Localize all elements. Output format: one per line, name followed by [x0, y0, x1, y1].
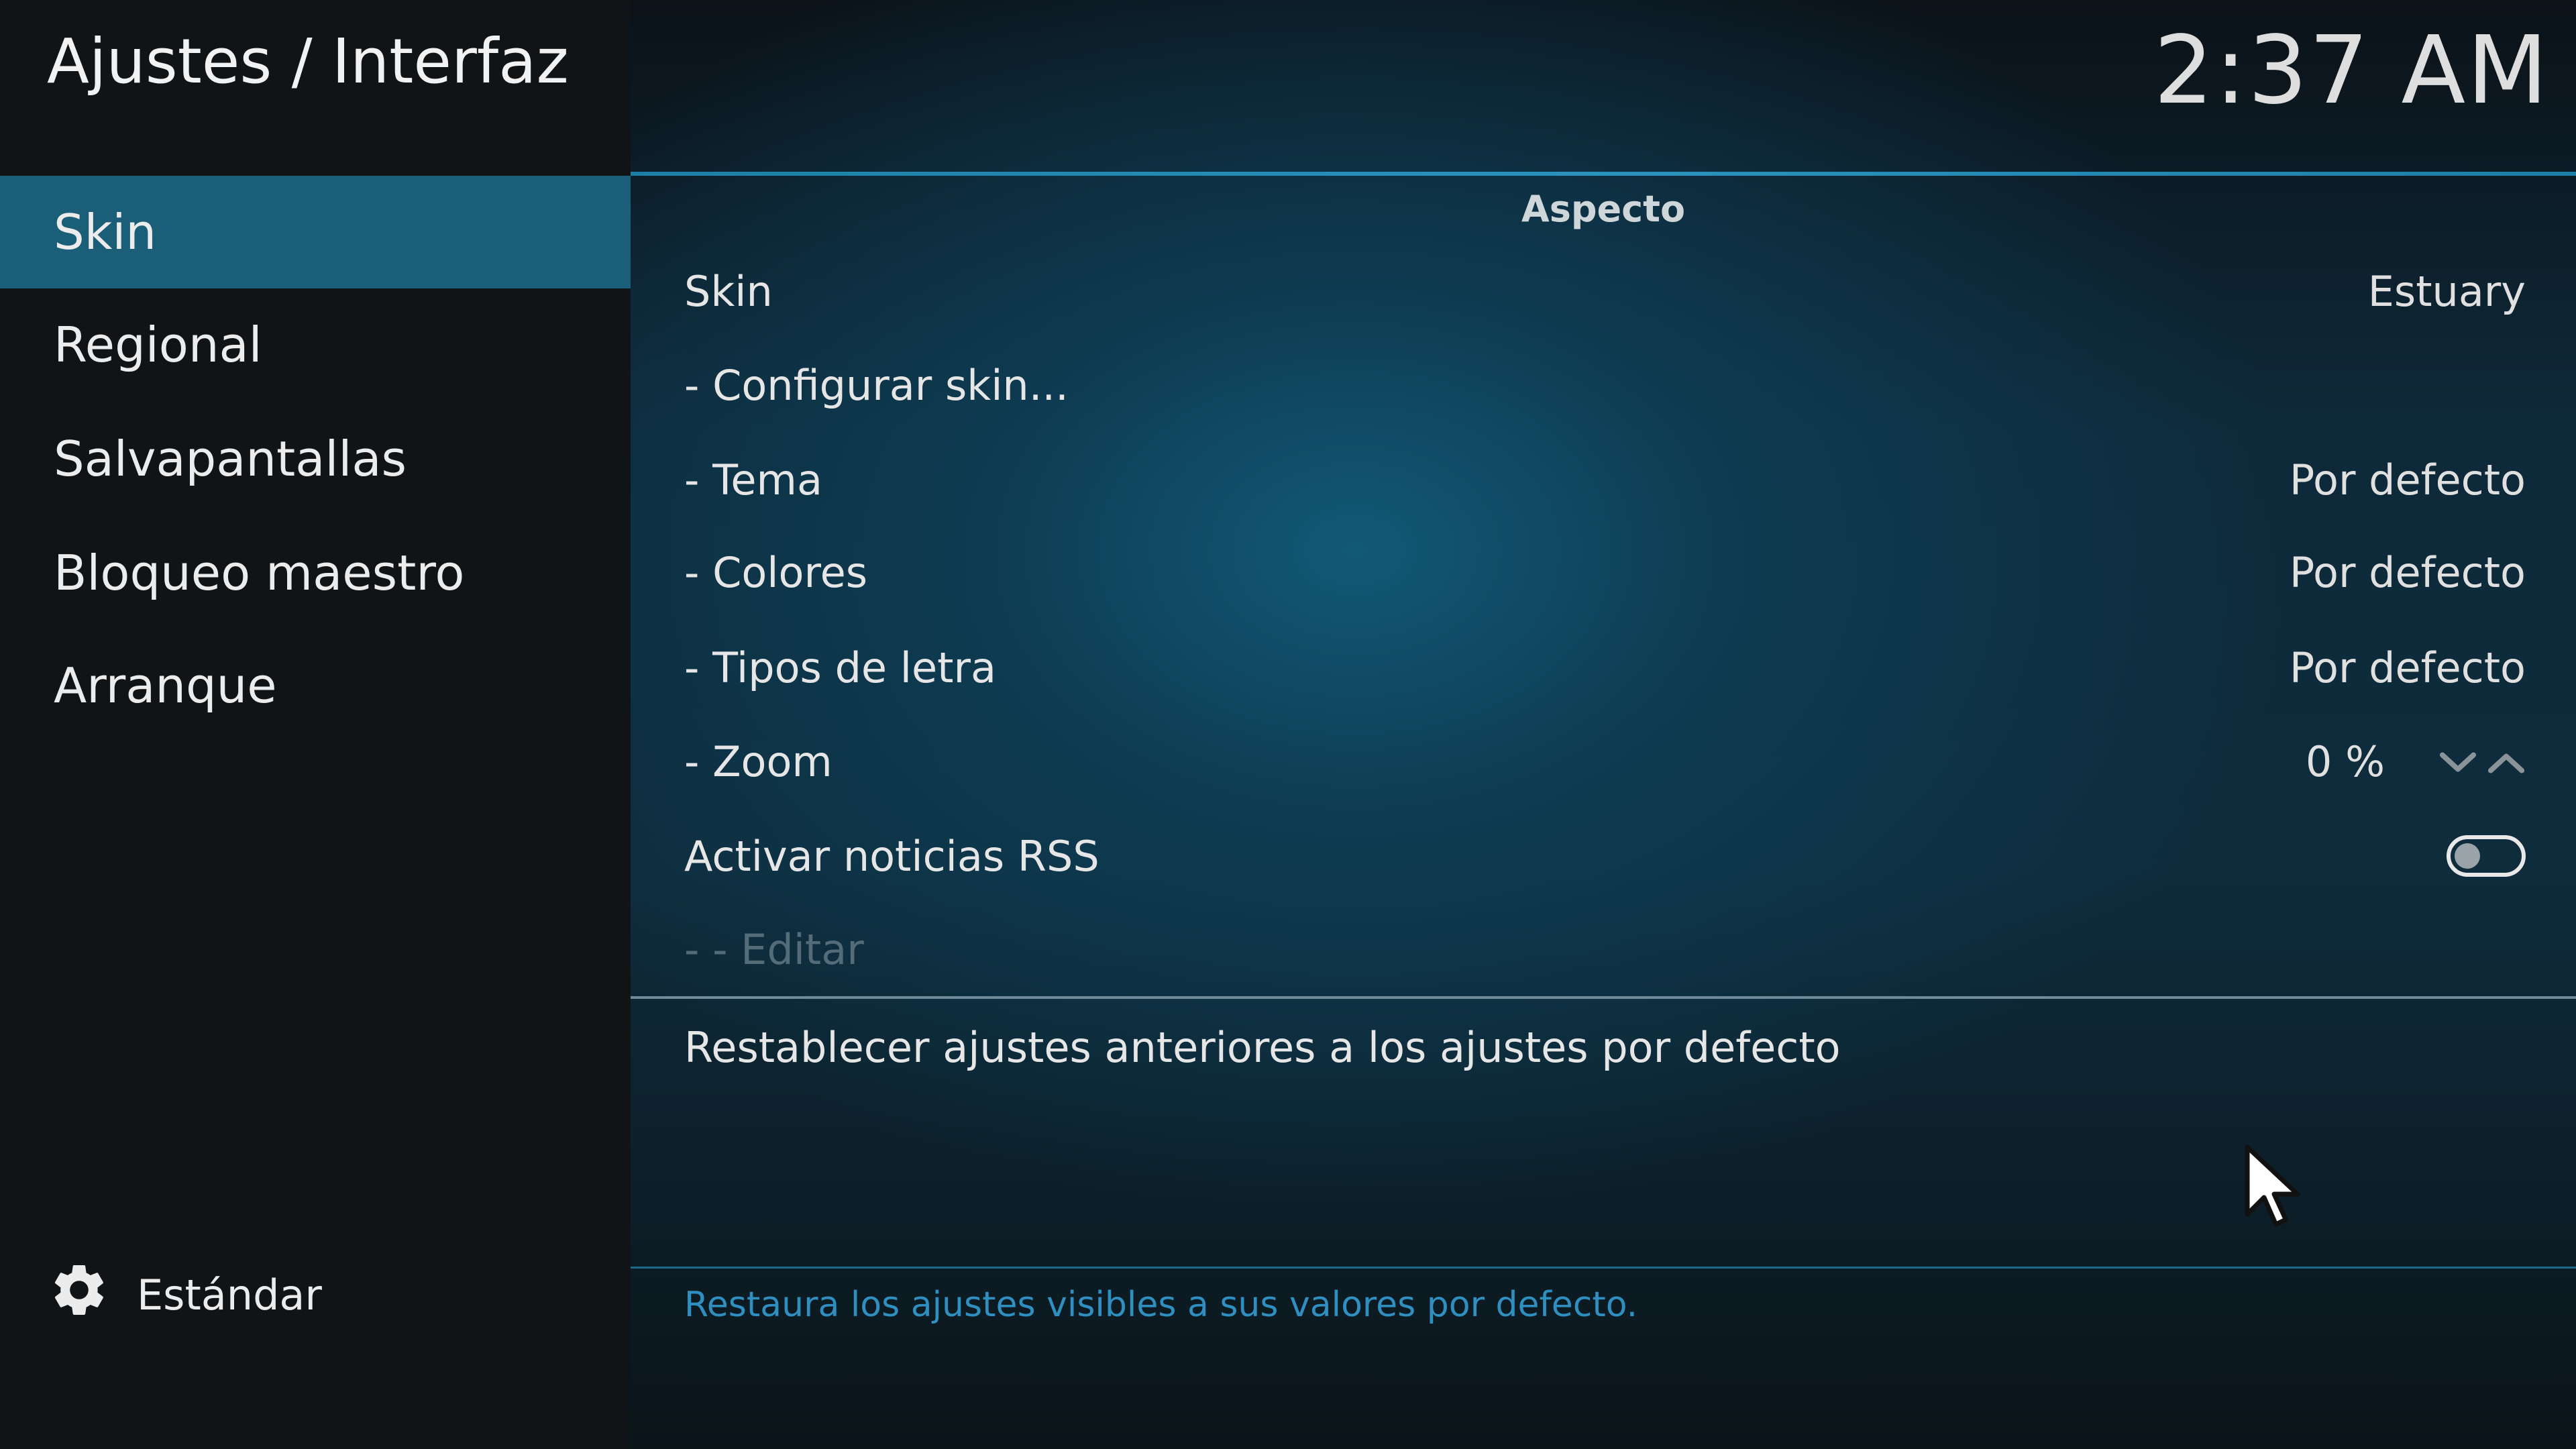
setting-rss-news[interactable]: Activar noticias RSS [684, 816, 2526, 896]
sidebar-item-arranque[interactable]: Arranque [0, 629, 631, 742]
setting-value: Por defecto [2289, 547, 2526, 597]
setting-label: - Colores [684, 547, 868, 597]
chevron-up-icon[interactable] [2487, 737, 2526, 786]
setting-value: 0 % [2305, 737, 2385, 786]
setting-edit-rss: - - Editar [684, 909, 2526, 989]
sidebar-item-skin[interactable]: Skin [0, 176, 631, 288]
page-title: Ajustes / Interfaz [47, 25, 569, 97]
setting-value: Por defecto [2289, 643, 2526, 692]
spinner-arrows [2438, 737, 2526, 786]
divider [631, 1267, 2576, 1269]
sidebar-item-salvapantallas[interactable]: Salvapantallas [0, 402, 631, 515]
setting-skin[interactable]: Skin Estuary [684, 251, 2526, 331]
mouse-cursor-icon [2244, 1144, 2304, 1231]
settings-level-label: Estándar [137, 1270, 322, 1320]
zoom-spinner: 0 % [2306, 737, 2526, 786]
setting-label: Skin [684, 266, 773, 316]
setting-label: - Tema [684, 455, 822, 504]
setting-fonts[interactable]: - Tipos de letra Por defecto [684, 627, 2526, 708]
setting-value: Por defecto [2289, 455, 2526, 504]
reset-label: Restablecer ajustes anteriores a los aju… [684, 1022, 1841, 1072]
setting-label: - - Editar [684, 924, 864, 974]
divider [631, 172, 2576, 176]
setting-label: - Tipos de letra [684, 643, 996, 692]
setting-colors[interactable]: - Colores Por defecto [684, 532, 2526, 612]
setting-configure-skin[interactable]: - Configurar skin... [684, 345, 2526, 425]
rss-toggle[interactable] [2447, 835, 2526, 877]
chevron-down-icon[interactable] [2438, 737, 2477, 786]
section-title: Aspecto [1521, 188, 1686, 230]
sidebar: Ajustes / Interfaz Skin Regional Salvapa… [0, 0, 631, 1449]
setting-label: - Zoom [684, 737, 833, 786]
settings-level-button[interactable]: Estándar [48, 1261, 322, 1328]
setting-label: Activar noticias RSS [684, 831, 1099, 881]
toggle-knob [2455, 843, 2480, 869]
divider [631, 996, 2576, 999]
help-text: Restaura los ajustes visibles a sus valo… [684, 1285, 1638, 1325]
setting-theme[interactable]: - Tema Por defecto [684, 439, 2526, 520]
sidebar-item-regional[interactable]: Regional [0, 288, 631, 401]
sidebar-item-bloqueo-maestro[interactable]: Bloqueo maestro [0, 517, 631, 629]
setting-label: - Configurar skin... [684, 360, 1069, 410]
setting-zoom[interactable]: - Zoom 0 % [684, 721, 2526, 802]
kodi-settings-screen: Ajustes / Interfaz Skin Regional Salvapa… [0, 0, 2576, 1449]
reset-settings-button[interactable]: Restablecer ajustes anteriores a los aju… [684, 1010, 2526, 1085]
clock: 2:37 AM [2153, 16, 2549, 125]
setting-value: Estuary [2367, 266, 2526, 316]
gear-icon [48, 1259, 110, 1331]
